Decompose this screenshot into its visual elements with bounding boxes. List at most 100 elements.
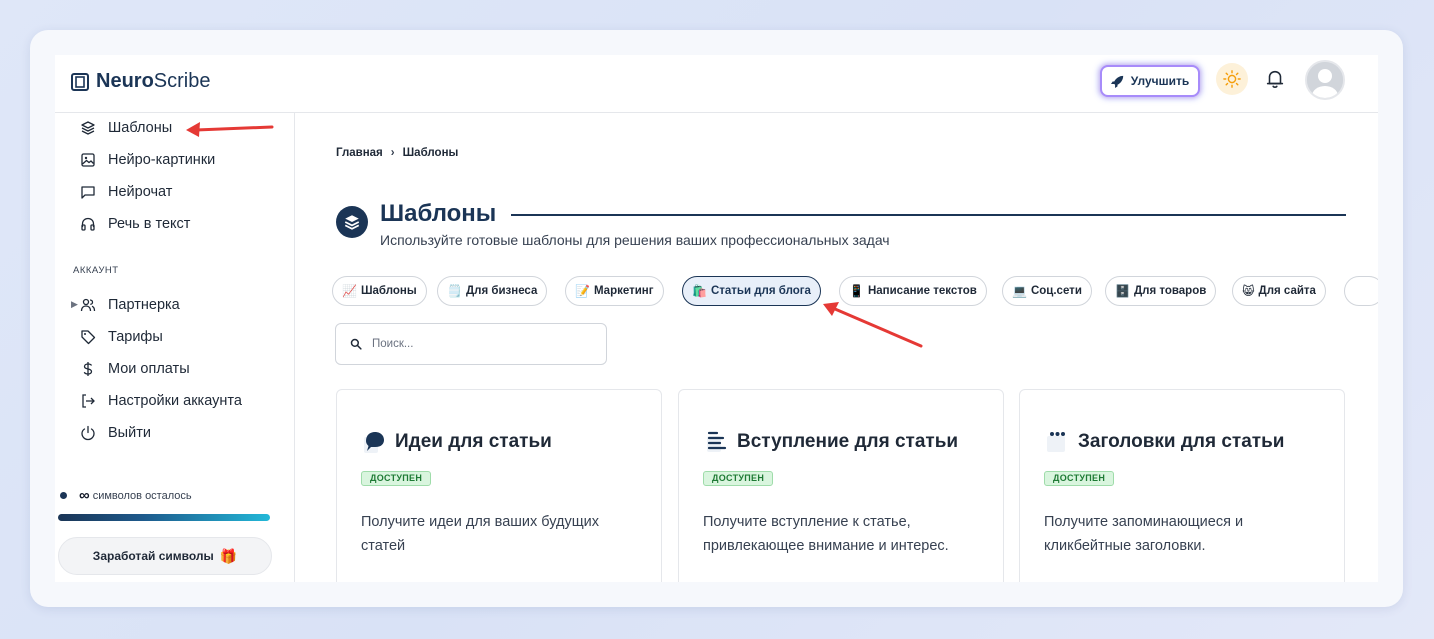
- chip-marketing[interactable]: 📝 Маркетинг: [565, 276, 664, 306]
- section-label-account: АККАУНТ: [73, 265, 119, 276]
- users-icon: [80, 298, 96, 312]
- speech-bubble-icon: [361, 428, 389, 456]
- sidebar-item-label: Речь в текст: [108, 216, 191, 232]
- card-title-text: Идеи для статьи: [395, 431, 552, 452]
- image-icon: [81, 153, 95, 167]
- chip-more[interactable]: [1344, 276, 1378, 306]
- chip-business[interactable]: 🗒️ Для бизнеса: [437, 276, 548, 306]
- search-input[interactable]: [372, 338, 592, 350]
- breadcrumb: Главная › Шаблоны: [336, 147, 458, 159]
- layers-icon: [81, 121, 95, 135]
- credits-infinity: ∞: [79, 487, 90, 504]
- sidebar-item-logout[interactable]: Выйти: [80, 422, 151, 444]
- credits-remaining: ∞ символов осталось: [60, 487, 192, 504]
- sidebar-item-neuro-images[interactable]: Нейро-картинки: [80, 149, 215, 171]
- top-header: Neuro Scribe Улучшить: [55, 55, 1378, 113]
- search-box[interactable]: [335, 323, 607, 365]
- credits-dot: [60, 492, 67, 499]
- card-description: Получите идеи для ваших будущих статей: [361, 514, 600, 554]
- bell-icon: [1266, 70, 1284, 88]
- sidebar-item-templates[interactable]: Шаблоны: [80, 117, 172, 139]
- headphones-icon: [81, 217, 95, 231]
- page-subtitle: Используйте готовые шаблоны для решения …: [380, 232, 890, 248]
- title-divider: [511, 214, 1346, 216]
- phone-icon: 📱: [849, 284, 864, 298]
- credits-text: символов осталось: [92, 489, 192, 502]
- template-card-article-headlines[interactable]: Заголовки для статьи ДОСТУПЕН Получите з…: [1019, 389, 1345, 582]
- chip-social[interactable]: 💻 Соц.сети: [1002, 276, 1092, 306]
- sidebar-item-label: Настройки аккаунта: [108, 393, 242, 409]
- theme-toggle-button[interactable]: [1216, 63, 1248, 95]
- earn-credits-button[interactable]: Заработай символы 🎁: [58, 537, 272, 575]
- sidebar-item-tariffs[interactable]: Тарифы: [80, 326, 163, 348]
- sidebar-item-label: Тарифы: [108, 329, 163, 345]
- chip-label: Шаблоны: [360, 285, 417, 297]
- dollar-icon: [83, 362, 93, 376]
- card-description: Получите вступление к статье, привлекающ…: [703, 514, 949, 554]
- chip-blog-articles[interactable]: 🛍️ Статьи для блога: [682, 276, 821, 306]
- tag-icon: [81, 330, 96, 345]
- sidebar: Шаблоны Нейро-картинки Нейрочат Речь в т…: [55, 113, 295, 582]
- cat-icon: 😸: [1242, 284, 1255, 298]
- sidebar-item-partners[interactable]: ▶ Партнерка: [71, 294, 180, 316]
- templates-title-icon: [336, 206, 368, 238]
- sidebar-item-my-payments[interactable]: Мои оплаты: [80, 358, 190, 380]
- sidebar-item-speech-to-text[interactable]: Речь в текст: [80, 213, 190, 235]
- breadcrumb-current: Шаблоны: [402, 147, 459, 159]
- chip-label: Маркетинг: [593, 285, 654, 297]
- upgrade-button[interactable]: Улучшить: [1100, 65, 1200, 97]
- card-title: Заголовки для статьи: [1044, 428, 1284, 456]
- sidebar-item-label: Партнерка: [108, 297, 180, 313]
- user-avatar-icon: [1307, 62, 1343, 98]
- sidebar-item-label: Нейрочат: [108, 184, 173, 200]
- status-badge: ДОСТУПЕН: [361, 471, 432, 486]
- app-window: Neuro Scribe Улучшить Шаблоны Нейро-карт…: [55, 55, 1378, 582]
- chip-label: Соц.сети: [1030, 285, 1082, 297]
- chip-label: Для сайта: [1258, 285, 1316, 297]
- chart-icon: 📈: [342, 284, 357, 298]
- notepad-icon: 🗒️: [447, 284, 462, 298]
- main-content: Главная › Шаблоны Шаблоны Используйте го…: [296, 113, 1378, 582]
- caret-right-icon[interactable]: ▶: [71, 299, 78, 310]
- search-icon: [350, 338, 362, 350]
- card-title: Вступление для статьи: [703, 428, 958, 456]
- logo[interactable]: Neuro Scribe: [70, 70, 211, 93]
- breadcrumb-separator: ›: [390, 147, 395, 159]
- breadcrumb-home[interactable]: Главная: [336, 147, 383, 159]
- login-icon: [82, 394, 95, 408]
- laptop-icon: 💻: [1012, 284, 1027, 298]
- avatar[interactable]: [1305, 60, 1345, 100]
- card-description: Получите запоминающиеся и кликбейтные за…: [1044, 514, 1244, 554]
- chip-templates[interactable]: 📈 Шаблоны: [332, 276, 427, 306]
- status-badge: ДОСТУПЕН: [1044, 471, 1115, 486]
- layers-icon: [344, 215, 360, 230]
- chip-text-writing[interactable]: 📱 Написание текстов: [839, 276, 987, 306]
- sidebar-item-label: Шаблоны: [108, 120, 173, 136]
- chip-products[interactable]: 🗄️ Для товаров: [1105, 276, 1217, 306]
- upgrade-label: Улучшить: [1130, 74, 1190, 88]
- sidebar-item-neurochat[interactable]: Нейрочат: [80, 181, 172, 203]
- sidebar-item-label: Мои оплаты: [108, 361, 190, 377]
- logo-light: Scribe: [153, 70, 211, 92]
- status-badge: ДОСТУПЕН: [703, 471, 774, 486]
- template-card-article-ideas[interactable]: Идеи для статьи ДОСТУПЕН Получите идеи д…: [336, 389, 662, 582]
- sidebar-item-label: Выйти: [108, 425, 151, 441]
- shopping-bags-icon: 🛍️: [692, 284, 707, 298]
- logo-icon: [71, 72, 89, 91]
- category-chips: 📈 Шаблоны 🗒️ Для бизнеса 📝 Маркетинг 🛍️ Стат…: [332, 276, 1378, 308]
- template-card-article-intro[interactable]: Вступление для статьи ДОСТУПЕН Получите …: [678, 389, 1004, 582]
- chip-label: Статьи для блога: [710, 285, 811, 297]
- chip-label: Для бизнеса: [465, 285, 538, 297]
- memo-icon: 📝: [575, 284, 590, 298]
- chip-website[interactable]: 😸 Для сайта: [1232, 276, 1326, 306]
- sidebar-item-account-settings[interactable]: Настройки аккаунта: [80, 390, 242, 412]
- notifications-button[interactable]: [1264, 68, 1286, 90]
- card-title: Идеи для статьи: [361, 428, 552, 456]
- card-title-text: Заголовки для статьи: [1078, 431, 1285, 452]
- chat-icon: [81, 186, 95, 199]
- gift-icon: 🎁: [219, 547, 238, 564]
- power-icon: [81, 425, 95, 441]
- sidebar-item-label: Нейро-картинки: [108, 152, 216, 168]
- earn-label: Заработай символы: [92, 549, 214, 563]
- cabinet-icon: 🗄️: [1115, 284, 1130, 298]
